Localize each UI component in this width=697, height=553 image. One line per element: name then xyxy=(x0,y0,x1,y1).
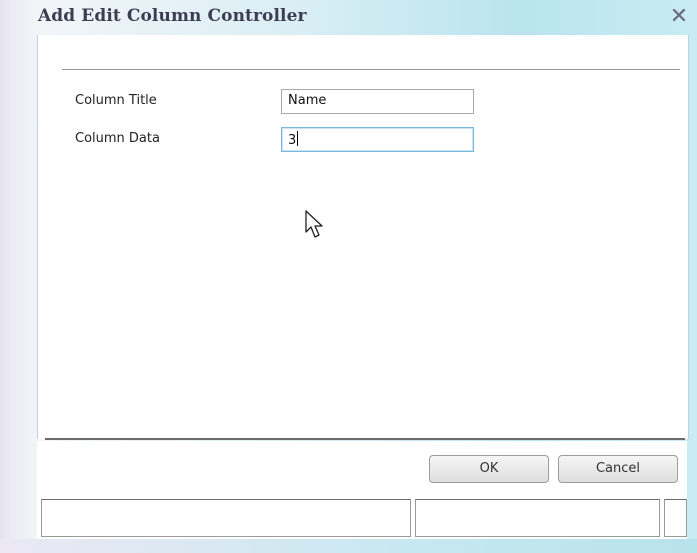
title-bar[interactable]: Add Edit Column Controller ✕ xyxy=(0,0,697,38)
column-title-input[interactable]: Name xyxy=(281,89,474,114)
dialog-title: Add Edit Column Controller xyxy=(38,6,307,26)
column-title-value: Name xyxy=(288,93,327,108)
column-data-value: 3 xyxy=(288,133,297,148)
separator xyxy=(62,69,680,70)
column-data-label: Column Data xyxy=(75,131,160,146)
dialog-window: Add Edit Column Controller ✕ Column Titl… xyxy=(0,0,697,553)
cancel-button[interactable]: Cancel xyxy=(558,455,678,483)
content-bottom-border xyxy=(45,438,685,440)
ok-button[interactable]: OK xyxy=(429,455,549,483)
status-field-2 xyxy=(415,499,660,537)
text-caret xyxy=(297,131,299,146)
status-field-3 xyxy=(664,499,687,537)
column-data-input[interactable]: 3 xyxy=(281,127,474,152)
window-bottom-frame xyxy=(0,539,697,553)
close-icon[interactable]: ✕ xyxy=(665,3,693,31)
column-title-label: Column Title xyxy=(75,93,157,108)
mouse-pointer-icon xyxy=(305,210,323,238)
status-field-1 xyxy=(41,499,411,537)
